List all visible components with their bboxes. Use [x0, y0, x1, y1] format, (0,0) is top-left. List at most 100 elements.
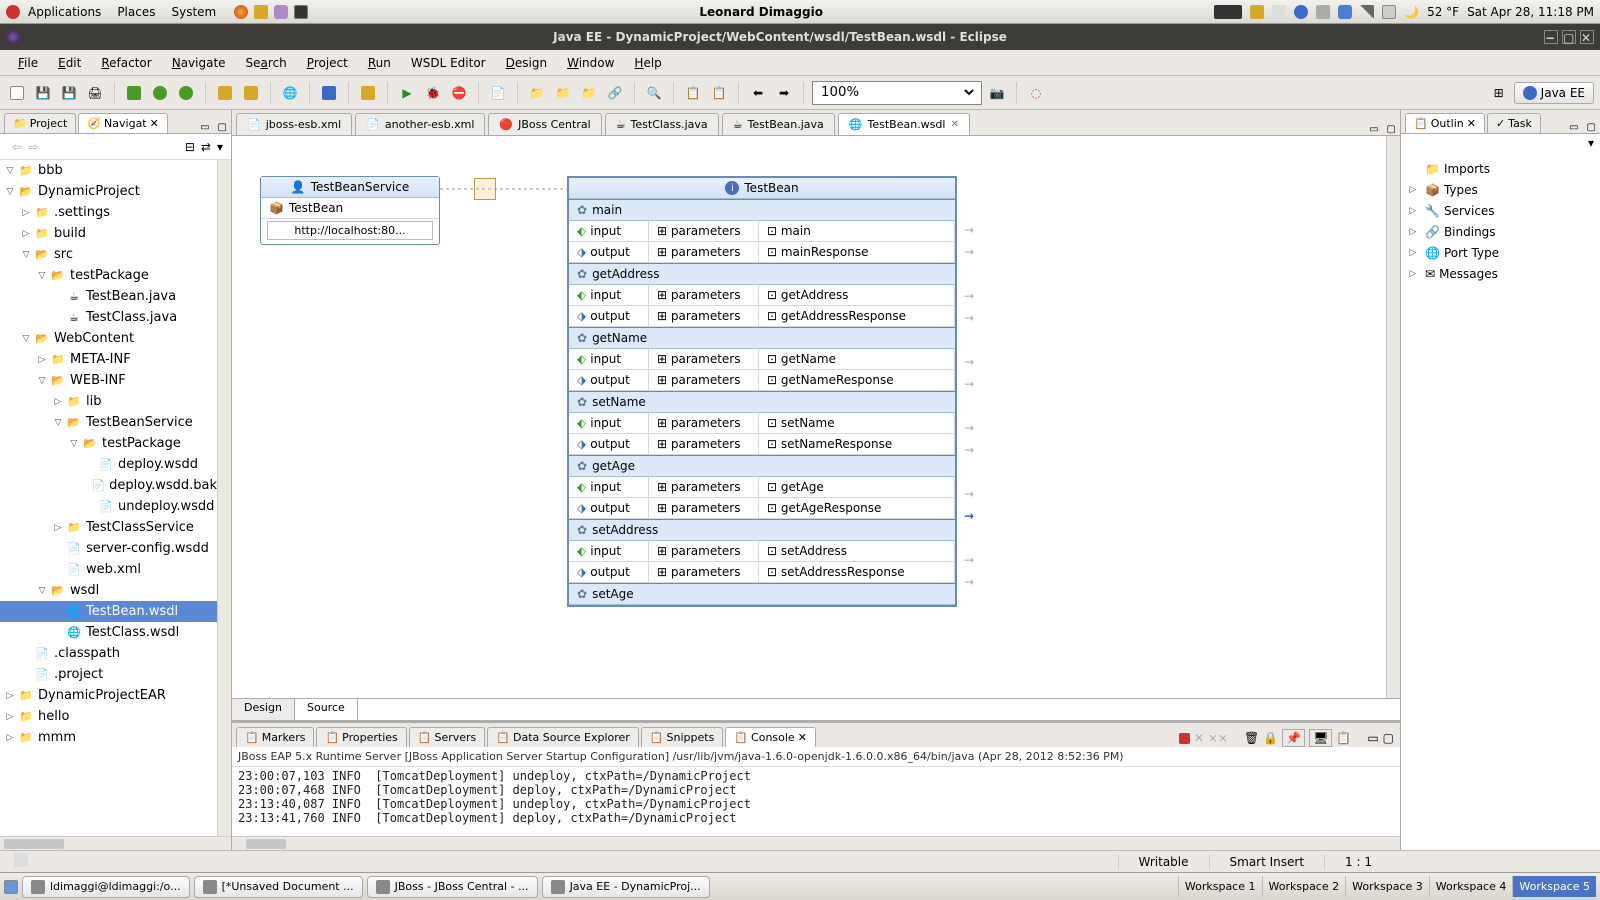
tab-navigator[interactable]: 🧭 Navigat ✕ [78, 113, 168, 133]
tree-item[interactable]: ▷📁TestClassService [0, 517, 217, 538]
operation-header[interactable]: ✿ getAddress [569, 263, 955, 285]
message-arrow-icon[interactable]: → [964, 509, 974, 523]
operation-output-row[interactable]: ⬗ output⊞ parameters⊡ getAgeResponse [569, 498, 955, 519]
folder-icon[interactable]: 📁 [526, 82, 548, 104]
tab-source[interactable]: Source [295, 699, 358, 720]
maximize-view-icon[interactable]: ▢ [1583, 122, 1600, 133]
editor-tab[interactable]: 🌐TestBean.wsdl ✕ [838, 113, 970, 135]
operation-input-row[interactable]: ⬖ input⊞ parameters⊡ setAddress [569, 541, 955, 562]
operation-input-row[interactable]: ⬖ input⊞ parameters⊡ main [569, 221, 955, 242]
link-editor-icon[interactable]: ⇄ [201, 140, 211, 154]
tree-item[interactable]: ▽📂testPackage [0, 265, 217, 286]
operation-header[interactable]: ✿ setAddress [569, 519, 955, 541]
menu-project[interactable]: Project [297, 53, 358, 73]
tree-item[interactable]: ▽📂testPackage [0, 433, 217, 454]
message-arrow-icon[interactable]: → [964, 355, 974, 369]
tree-item[interactable]: ☕TestBean.java [0, 286, 217, 307]
editor-tab[interactable]: ☕TestClass.java [605, 113, 719, 135]
view-menu-icon[interactable]: ▾ [217, 140, 223, 154]
remove-all-icon[interactable]: ⨯⨯ [1208, 731, 1228, 745]
message-arrow-icon[interactable]: → [964, 245, 974, 259]
tray-icon-2[interactable] [1250, 5, 1264, 19]
globe-icon[interactable]: 🌐 [279, 82, 301, 104]
taskbar-button[interactable]: Java EE - DynamicProj... [542, 876, 710, 898]
outline-item[interactable]: ▷🔧 Services [1403, 200, 1598, 221]
folder-icon[interactable]: 📁 [578, 82, 600, 104]
operation-header[interactable]: ✿ main [569, 199, 955, 221]
outline-item[interactable]: ▷🔗 Bindings [1403, 221, 1598, 242]
outline-item[interactable]: ▷🌐 Port Type [1403, 242, 1598, 263]
maximize-icon[interactable]: ▢ [1383, 731, 1394, 745]
tb-icon[interactable] [318, 82, 340, 104]
minimize-icon[interactable]: ▭ [1367, 731, 1378, 745]
tree-item[interactable]: 🌐TestBean.wsdl [0, 601, 217, 622]
message-arrow-icon[interactable]: → [964, 311, 974, 325]
menu-design[interactable]: Design [496, 53, 557, 73]
open-perspective-button[interactable]: ⊞ [1488, 82, 1510, 104]
message-arrow-icon[interactable]: → [964, 223, 974, 237]
minimize-view-icon[interactable]: ▭ [1565, 122, 1582, 133]
tree-item[interactable]: 📄.classpath [0, 643, 217, 664]
nav-fwd-icon[interactable]: ⇨ [28, 140, 38, 154]
bottom-tab-console[interactable]: 📋 Console ✕ [725, 727, 816, 747]
tree-item[interactable]: ▽📂src [0, 244, 217, 265]
message-arrow-icon[interactable]: → [964, 421, 974, 435]
bottom-tab-snippets[interactable]: 📋 Snippets [641, 727, 724, 747]
operation-output-row[interactable]: ⬗ output⊞ parameters⊡ getAddressResponse [569, 306, 955, 327]
terminate-icon[interactable] [1179, 733, 1190, 744]
nav-back-icon[interactable]: ⇦ [12, 140, 22, 154]
editor-vscroll[interactable] [1386, 136, 1400, 698]
forward-icon[interactable]: ➡ [773, 82, 795, 104]
message-arrow-icon[interactable]: → [964, 487, 974, 501]
menu-window[interactable]: Window [557, 53, 624, 73]
os-menu-system[interactable]: System [163, 3, 224, 21]
interface-box[interactable]: i TestBean ✿ main⬖ input⊞ parameters⊡ ma… [567, 176, 957, 607]
tree-item[interactable]: ▷📁build [0, 223, 217, 244]
operation-header[interactable]: ✿ getName [569, 327, 955, 349]
new-wizard-button[interactable] [123, 82, 145, 104]
workspace-4[interactable]: Workspace 4 [1429, 876, 1513, 897]
bottom-tab-data-source-explorer[interactable]: 📋 Data Source Explorer [487, 727, 639, 747]
tree-item[interactable]: 🌐TestClass.wsdl [0, 622, 217, 643]
tree-item[interactable]: ▽📁bbb [0, 160, 217, 181]
bluetooth-icon[interactable] [1338, 5, 1352, 19]
menu-navigate[interactable]: Navigate [162, 53, 236, 73]
tree-item[interactable]: ▷📁hello [0, 706, 217, 727]
view-menu-icon[interactable]: ▾ [1588, 136, 1594, 152]
tree-scrollbar[interactable] [217, 160, 231, 836]
tb-icon[interactable]: 📋 [708, 82, 730, 104]
operation-header[interactable]: ✿ setAge [569, 583, 955, 605]
clear-console-icon[interactable]: 🗑 [1244, 731, 1259, 745]
scroll-lock-icon[interactable]: 🔒 [1263, 731, 1278, 745]
editor-tab[interactable]: 📄jboss-esb.xml [236, 113, 352, 135]
service-box[interactable]: 👤 TestBeanService 📦 TestBean http://loca… [260, 176, 440, 245]
tray-icon-3[interactable] [1272, 5, 1286, 19]
clock-text[interactable]: Sat Apr 28, 11:18 PM [1467, 5, 1594, 19]
tb-icon[interactable] [357, 82, 379, 104]
firefox-icon[interactable] [234, 5, 248, 19]
menu-file[interactable]: File [8, 53, 48, 73]
tree-item[interactable]: 📄server-config.wsdd [0, 538, 217, 559]
tb-icon[interactable] [240, 82, 262, 104]
tree-item[interactable]: ▷📁DynamicProjectEAR [0, 685, 217, 706]
wsdl-diagram[interactable]: 👤 TestBeanService 📦 TestBean http://loca… [232, 136, 1386, 698]
operation-input-row[interactable]: ⬖ input⊞ parameters⊡ getAge [569, 477, 955, 498]
tree-item[interactable]: ▷📁lib [0, 391, 217, 412]
outline-body[interactable]: 📁 Imports▷📦 Types▷🔧 Services▷🔗 Bindings▷… [1401, 154, 1600, 850]
zoom-select[interactable]: 100% [812, 81, 982, 105]
outline-item[interactable]: ▷📦 Types [1403, 179, 1598, 200]
tb-icon[interactable]: 📷 [986, 82, 1008, 104]
tab-task[interactable]: ✓ Task [1487, 113, 1541, 133]
console-body[interactable]: 23:00:07,103 INFO [TomcatDeployment] und… [232, 767, 1400, 836]
workspace-2[interactable]: Workspace 2 [1262, 876, 1346, 897]
taskbar-button[interactable]: JBoss - JBoss Central - ... [367, 876, 538, 898]
operation-output-row[interactable]: ⬗ output⊞ parameters⊡ setAddressResponse [569, 562, 955, 583]
app-icon[interactable] [254, 5, 268, 19]
close-button[interactable]: ✕ [1580, 30, 1594, 44]
workspace-5[interactable]: Workspace 5 [1512, 876, 1596, 897]
editor-minimize-icon[interactable]: ▭ [1365, 124, 1382, 135]
save-button[interactable]: 💾 [32, 82, 54, 104]
service-port[interactable]: 📦 TestBean [261, 198, 439, 219]
bottom-tab-properties[interactable]: 📋 Properties [316, 727, 406, 747]
tb-icon[interactable]: 📋 [682, 82, 704, 104]
